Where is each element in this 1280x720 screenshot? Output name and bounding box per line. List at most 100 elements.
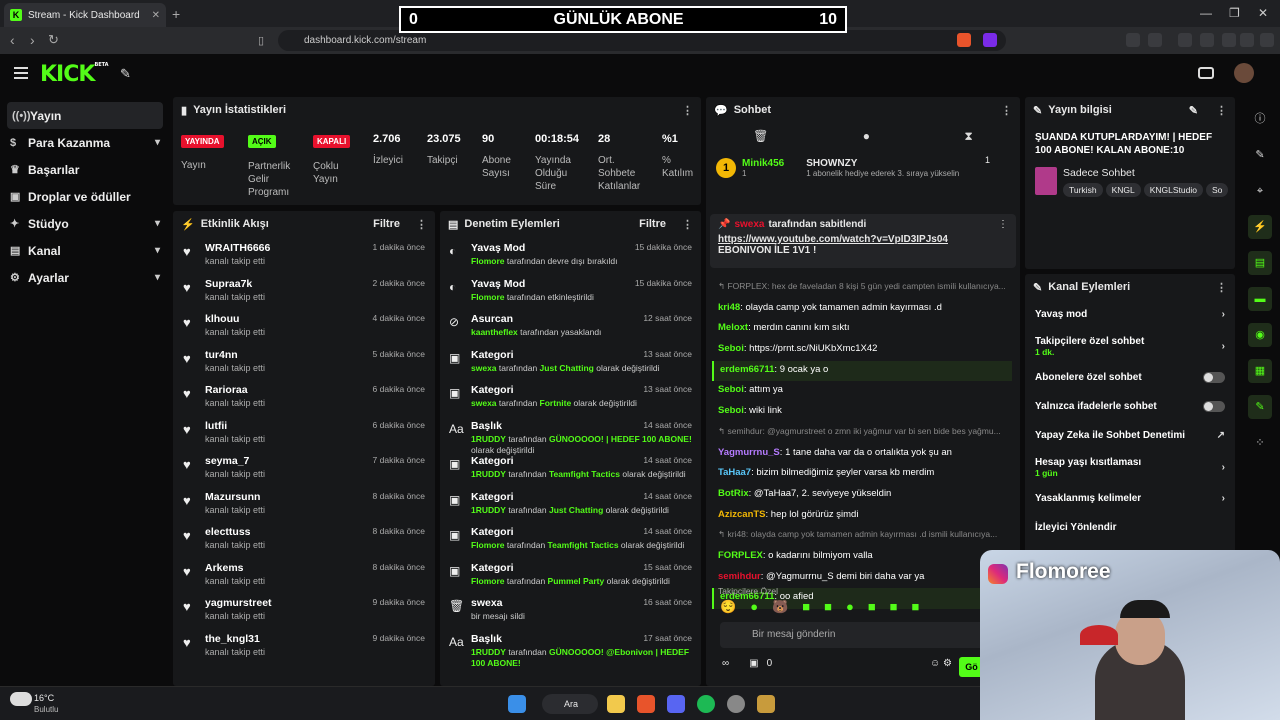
- windows-start-icon[interactable]: [508, 695, 526, 713]
- feed-item[interactable]: ♥ Supraa7k kanalı takip etti 2 dakika önce: [173, 273, 435, 309]
- feed-item[interactable]: ♥ the_kngl31 kanalı takip etti 9 dakika önc…: [173, 628, 435, 664]
- channel-action-item[interactable]: Takipçilere özel sohbet 1 dk. ›: [1025, 329, 1235, 363]
- sidebar-item-studyo[interactable]: ✦ Stüdyo ▾: [0, 210, 170, 237]
- feed-item[interactable]: ♥ electtuss kanalı takip etti 8 dakika önce: [173, 521, 435, 557]
- feed-item[interactable]: ♥ klhouu kanalı takip etti 4 dakika önce: [173, 308, 435, 344]
- channel-action-item[interactable]: İzleyici Yönlendir: [1025, 513, 1235, 542]
- screenshot-icon[interactable]: [1148, 33, 1162, 47]
- moderator-name[interactable]: swexa: [471, 363, 497, 373]
- broadcast-icon[interactable]: ◉: [1248, 323, 1272, 347]
- emote-icon[interactable]: ●: [750, 599, 758, 615]
- lightning-icon[interactable]: ⚡: [1248, 215, 1272, 239]
- feed-item[interactable]: ♥ Arkems kanalı takip etti 8 dakika önce: [173, 557, 435, 593]
- pinned-link[interactable]: https://www.youtube.com/watch?v=VpID3IPJ…: [718, 234, 1008, 245]
- mod-action-item[interactable]: ▣ Kategori 13 saat önce swexa tarafından Fo…: [440, 379, 701, 415]
- wrench-icon[interactable]: ✎: [120, 66, 131, 82]
- mod-action-item[interactable]: ▣ Kategori 14 saat önce 1RUDDY tarafından J…: [440, 486, 701, 522]
- weather-text[interactable]: Bulutlu: [34, 705, 58, 714]
- app-icon[interactable]: [727, 695, 745, 713]
- bookmark-icon[interactable]: ▯: [258, 34, 264, 47]
- chat-username[interactable]: Yagmurrnu_S: [718, 447, 780, 458]
- follower-name[interactable]: klhouu: [205, 313, 265, 325]
- file-explorer-icon[interactable]: [607, 695, 625, 713]
- moderator-name[interactable]: Flomore: [471, 576, 505, 586]
- moderator-name[interactable]: swexa: [471, 398, 497, 408]
- pencil-icon[interactable]: ✎: [1248, 143, 1272, 167]
- chat-username[interactable]: Meloxt: [718, 322, 748, 333]
- follower-name[interactable]: WRAITH6666: [205, 242, 270, 254]
- mod-action-item[interactable]: ◐ Yavaş Mod 15 dakika önce Flomore tarafınd…: [440, 237, 701, 273]
- chat-username[interactable]: Seboi: [718, 343, 744, 354]
- new-tab-icon[interactable]: +: [172, 6, 180, 22]
- chat-message[interactable]: TaHaa7: bizim bilmediğimiz şeyler varsa …: [712, 464, 1012, 485]
- translate-icon[interactable]: [1222, 33, 1236, 47]
- chat-message[interactable]: Meloxt: merdın canını kım sıktı: [712, 319, 1012, 340]
- brave-icon[interactable]: [637, 695, 655, 713]
- chat-message[interactable]: BotRix: @TaHaa7, 2. seviyeye yükseldin: [712, 485, 1012, 506]
- kick-logo[interactable]: KICKBETA: [40, 62, 109, 87]
- feed-item[interactable]: ♥ lutfii kanalı takip etti 6 dakika önce: [173, 415, 435, 451]
- apps-icon[interactable]: ⁘: [1248, 431, 1272, 455]
- mod-action-item[interactable]: ▣ Kategori 13 saat önce swexa tarafından Ju…: [440, 344, 701, 380]
- tag[interactable]: KNGLStudio: [1143, 183, 1203, 197]
- moderator-name[interactable]: Flomore: [471, 540, 505, 550]
- moderator-name[interactable]: kaantheflex: [471, 327, 518, 337]
- channel-action-item[interactable]: Yapay Zeka ile Sohbet Denetimi ↗: [1025, 421, 1235, 450]
- emote-picker-icon[interactable]: ☺ ⚙: [930, 658, 952, 669]
- document-icon[interactable]: ▤: [1248, 251, 1272, 275]
- chat-message[interactable]: Seboi: wiki link: [712, 402, 1012, 423]
- pinned-message[interactable]: 📌 swexa tarafından sabitlendi ⋮ https://www…: [710, 214, 1016, 268]
- filter-button[interactable]: Filtre: [373, 218, 400, 230]
- weather-temp[interactable]: 16°C: [34, 693, 54, 703]
- chat-message[interactable]: Yagmurrnu_S: 1 tane daha var da o ortalı…: [712, 444, 1012, 465]
- toggle-switch[interactable]: [1203, 401, 1225, 412]
- wallet-icon[interactable]: [1200, 33, 1214, 47]
- close-tab-icon[interactable]: ✕: [152, 10, 160, 21]
- chat-username[interactable]: Seboi: [718, 405, 744, 416]
- sidebar-item-ayarlar[interactable]: ⚙ Ayarlar ▾: [0, 264, 170, 291]
- feed-item[interactable]: ♥ seyma_7 kanalı takip etti 7 dakika önce: [173, 450, 435, 486]
- follower-name[interactable]: Supraa7k: [205, 278, 265, 290]
- forward-icon[interactable]: ›: [30, 32, 35, 48]
- feed-item[interactable]: ♥ yagmurstreet kanalı takip etti 9 dakika ö…: [173, 592, 435, 628]
- infinity-icon[interactable]: ∞: [722, 658, 729, 669]
- chat-message[interactable]: ↰ kri48: olayda camp yok tamamen admin k…: [712, 526, 1012, 547]
- chat-settings-icon[interactable]: ●: [863, 129, 870, 143]
- chat-message[interactable]: Seboi: https://prnt.sc/NiUKbXmc1X42: [712, 340, 1012, 361]
- mod-action-item[interactable]: Aa Başlık 17 saat önce 1RUDDY tarafından GÜ…: [440, 628, 701, 668]
- sidebar-item-kanal[interactable]: ▤ Kanal ▾: [0, 237, 170, 264]
- moderator-name[interactable]: 1RUDDY: [471, 647, 506, 657]
- mod-action-item[interactable]: ▣ Kategori 14 saat önce Flomore tarafından …: [440, 521, 701, 557]
- chat-username[interactable]: Seboi: [718, 384, 744, 395]
- vpn-icon[interactable]: [1240, 33, 1254, 47]
- follower-name[interactable]: tur4nn: [205, 349, 265, 361]
- mod-icon[interactable]: ▦: [1248, 359, 1272, 383]
- moderator-name[interactable]: 1RUDDY: [471, 434, 506, 444]
- extensions-icon[interactable]: [1126, 33, 1140, 47]
- mod-action-item[interactable]: Aa Başlık 14 saat önce 1RUDDY tarafından GÜ…: [440, 415, 701, 455]
- wrench-icon[interactable]: ✎: [1248, 395, 1272, 419]
- mod-action-item[interactable]: ▣ Kategori 14 saat önce 1RUDDY tarafından T…: [440, 450, 701, 486]
- follower-name[interactable]: yagmurstreet: [205, 597, 272, 609]
- feed-item[interactable]: ♥ Mazursunn kanalı takip etti 8 dakika önce: [173, 486, 435, 522]
- chat-message[interactable]: Seboi: attım ya: [712, 381, 1012, 402]
- emote-icon[interactable]: ■: [824, 599, 832, 615]
- emote-icon[interactable]: 😌: [720, 599, 736, 615]
- info-icon[interactable]: ⓘ: [1248, 107, 1272, 131]
- tag[interactable]: KNGL: [1105, 183, 1141, 197]
- spotify-icon[interactable]: [697, 695, 715, 713]
- feed-item[interactable]: ♥ Rarioraa kanalı takip etti 6 dakika önce: [173, 379, 435, 415]
- more-options-icon[interactable]: ⋮: [1001, 104, 1012, 117]
- moderator-name[interactable]: 1RUDDY: [471, 469, 506, 479]
- league-icon[interactable]: [757, 695, 775, 713]
- chat-input[interactable]: Bir mesaj gönderin: [720, 622, 1010, 648]
- sidebar-item-para-kazanma[interactable]: $ Para Kazanma ▾: [0, 129, 170, 156]
- taskbar-search[interactable]: Ara: [542, 694, 598, 714]
- toggle-switch[interactable]: [1203, 372, 1225, 383]
- mod-action-item[interactable]: ▣ Kategori 15 saat önce Flomore tarafından …: [440, 557, 701, 593]
- chat-username[interactable]: semihdur: [718, 571, 761, 582]
- rewards-icon[interactable]: [983, 33, 997, 47]
- moderator-name[interactable]: 1RUDDY: [471, 505, 506, 515]
- studio-camera-icon[interactable]: [1198, 67, 1214, 79]
- emote-icon[interactable]: ■: [868, 599, 876, 615]
